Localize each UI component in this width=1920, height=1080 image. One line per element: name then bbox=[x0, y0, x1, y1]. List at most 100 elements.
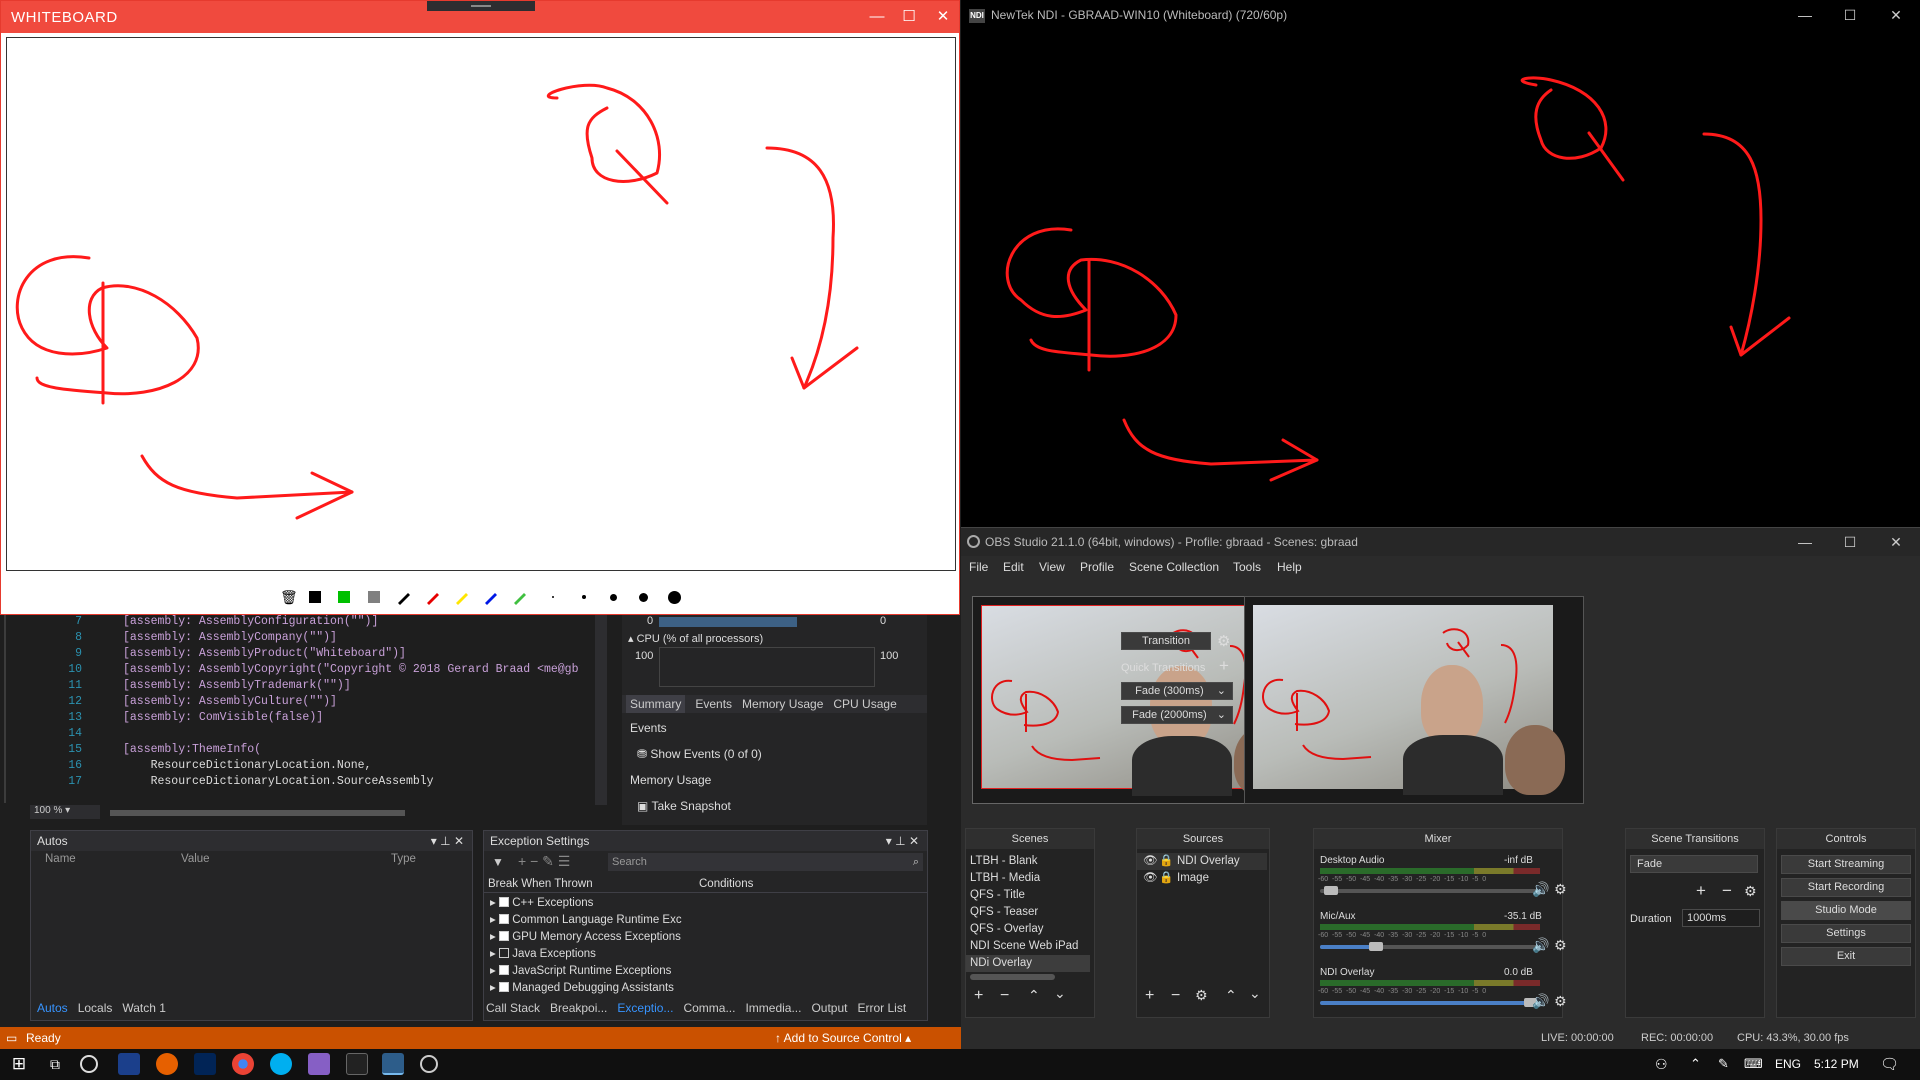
obs-titlebar[interactable]: OBS Studio 21.1.0 (64bit, windows) - Pro… bbox=[961, 528, 1920, 556]
ndi-icon[interactable] bbox=[346, 1053, 368, 1075]
source-item[interactable]: 👁 🔒 NDI Overlay bbox=[1137, 853, 1267, 870]
menu-help[interactable]: Help bbox=[1277, 560, 1302, 574]
tab-breakpoints[interactable]: Breakpoi... bbox=[550, 1001, 607, 1015]
speaker-icon[interactable]: 🔊 bbox=[1532, 881, 1549, 898]
editor-hscrollbar[interactable] bbox=[110, 810, 405, 816]
close-button[interactable]: ✕ bbox=[925, 1, 961, 33]
close-icon[interactable]: ▾ ⊥ ✕ bbox=[431, 831, 464, 851]
menu-tools[interactable]: Tools bbox=[1233, 560, 1261, 574]
menu-scene-collection[interactable]: Scene Collection bbox=[1129, 560, 1219, 574]
zoom-level[interactable]: 100 % ▾ bbox=[30, 805, 100, 819]
exception-item[interactable]: ▸ GPU Memory Access Exceptions bbox=[490, 929, 681, 943]
studio-mode-button[interactable]: Studio Mode bbox=[1781, 901, 1911, 920]
brush-size-1[interactable] bbox=[552, 596, 554, 598]
add-icon[interactable]: + bbox=[1145, 987, 1154, 1005]
add-icon[interactable]: + bbox=[1696, 881, 1706, 901]
brush-size-2[interactable] bbox=[582, 595, 586, 599]
add-icon[interactable]: + − ✎ ☰ bbox=[518, 853, 570, 870]
chevron-up-icon[interactable]: ⌃ bbox=[1028, 987, 1040, 1004]
scenes-scrollbar[interactable] bbox=[970, 974, 1055, 980]
scene-item[interactable]: QFS - Title bbox=[966, 887, 1090, 904]
gray-swatch[interactable] bbox=[368, 591, 380, 603]
chevron-down-icon[interactable]: ⌄ bbox=[1054, 985, 1066, 1002]
green-swatch[interactable] bbox=[338, 591, 350, 603]
slider-knob[interactable] bbox=[1324, 886, 1338, 895]
checkbox[interactable] bbox=[498, 897, 509, 907]
search-input[interactable]: Search ⌕ bbox=[608, 853, 923, 871]
firefox-icon[interactable] bbox=[156, 1053, 178, 1075]
eye-icon[interactable]: 👁 bbox=[1143, 853, 1158, 870]
maximize-button[interactable]: ☐ bbox=[891, 1, 927, 33]
lock-icon[interactable]: 🔒 bbox=[1159, 870, 1173, 887]
slider-knob[interactable] bbox=[1369, 942, 1383, 951]
maximize-button[interactable]: ☐ bbox=[1827, 0, 1873, 30]
brush-size-5[interactable] bbox=[668, 591, 681, 604]
exception-item[interactable]: ▸ Common Language Runtime Exc bbox=[490, 912, 682, 926]
black-pen-icon[interactable] bbox=[396, 589, 412, 605]
tab-exceptions[interactable]: Exceptio... bbox=[617, 1001, 673, 1015]
gear-icon[interactable]: ⚙ bbox=[1554, 881, 1567, 898]
powershell-icon[interactable] bbox=[194, 1053, 216, 1075]
ndi-titlebar[interactable]: NDI NewTek NDI - GBRAAD-WIN10 (Whiteboar… bbox=[961, 0, 1920, 30]
speaker-icon[interactable]: 🔊 bbox=[1532, 993, 1549, 1010]
gear-icon[interactable]: ⚙ bbox=[1744, 883, 1757, 900]
start-streaming-button[interactable]: Start Streaming bbox=[1781, 855, 1911, 874]
minimize-button[interactable]: — bbox=[1782, 528, 1828, 556]
keyboard-icon[interactable]: ⌨ bbox=[1744, 1056, 1763, 1072]
remove-icon[interactable]: − bbox=[1171, 987, 1180, 1005]
chevron-up-icon[interactable]: ⌃ bbox=[1225, 987, 1237, 1004]
tab-summary[interactable]: Summary bbox=[626, 695, 686, 713]
chevron-down-icon[interactable]: ⌄ bbox=[1249, 985, 1261, 1002]
scene-item[interactable]: QFS - Teaser bbox=[966, 904, 1090, 921]
obs-icon[interactable] bbox=[420, 1055, 438, 1073]
gear-icon[interactable]: ⚙ bbox=[1217, 632, 1230, 650]
checkbox[interactable] bbox=[498, 914, 509, 924]
tab-locals[interactable]: Locals bbox=[78, 1001, 113, 1015]
checkbox[interactable] bbox=[498, 948, 509, 958]
volume-slider[interactable] bbox=[1320, 886, 1538, 895]
tab-autos[interactable]: Autos bbox=[37, 1001, 68, 1015]
black-swatch[interactable] bbox=[309, 591, 321, 603]
gear-icon[interactable]: ⚙ bbox=[1195, 987, 1208, 1004]
code-editor[interactable]: 7 [assembly: AssemblyConfiguration("")] 8… bbox=[0, 615, 607, 819]
take-snapshot-button[interactable]: ▣ Take Snapshot bbox=[637, 799, 731, 813]
add-to-source-control[interactable]: ↑ Add to Source Control ▴ bbox=[775, 1031, 911, 1045]
exception-item[interactable]: ▸ C++ Exceptions bbox=[490, 895, 593, 909]
yellow-pen-icon[interactable] bbox=[454, 589, 470, 605]
tab-events[interactable]: Events bbox=[695, 697, 732, 711]
search-icon[interactable]: ⌕ bbox=[913, 853, 919, 871]
gear-icon[interactable]: ⚙ bbox=[1554, 937, 1567, 954]
exception-item[interactable]: ▸ Java Exceptions bbox=[490, 946, 596, 960]
green-pen-icon[interactable] bbox=[512, 589, 528, 605]
red-pen-icon[interactable] bbox=[425, 589, 441, 605]
language-indicator[interactable]: ENG bbox=[1775, 1057, 1801, 1071]
blue-pen-icon[interactable] bbox=[483, 589, 499, 605]
media-player-icon[interactable] bbox=[80, 1055, 98, 1073]
volume-slider[interactable] bbox=[1320, 942, 1538, 951]
brush-size-4[interactable] bbox=[639, 593, 648, 602]
chrome-icon[interactable] bbox=[232, 1053, 254, 1075]
brush-size-3[interactable] bbox=[610, 594, 617, 601]
tab-memory-usage[interactable]: Memory Usage bbox=[742, 697, 823, 711]
remove-icon[interactable]: − bbox=[1722, 881, 1732, 901]
scene-item[interactable]: QFS - Overlay bbox=[966, 921, 1090, 938]
scene-item-selected[interactable]: NDi Overlay bbox=[966, 955, 1090, 972]
skype-icon[interactable] bbox=[270, 1053, 292, 1075]
tab-command[interactable]: Comma... bbox=[683, 1001, 735, 1015]
whiteboard-app-icon[interactable] bbox=[382, 1053, 404, 1075]
menu-view[interactable]: View bbox=[1039, 560, 1065, 574]
gear-icon[interactable]: ⚙ bbox=[1554, 993, 1567, 1010]
tab-output[interactable]: Output bbox=[811, 1001, 847, 1015]
eye-icon[interactable]: 👁 bbox=[1143, 870, 1158, 887]
drawing-canvas[interactable] bbox=[6, 37, 956, 571]
minimize-button[interactable]: — bbox=[859, 1, 895, 33]
close-button[interactable]: ✕ bbox=[1873, 528, 1919, 556]
scene-item[interactable]: LTBH - Media bbox=[966, 870, 1090, 887]
add-icon[interactable]: + bbox=[1219, 656, 1229, 676]
checkbox[interactable] bbox=[498, 965, 509, 975]
close-icon[interactable]: ▾ ⊥ ✕ bbox=[886, 831, 919, 851]
people-icon[interactable]: ⚇ bbox=[1655, 1056, 1668, 1073]
transition-button[interactable]: Transition bbox=[1121, 632, 1211, 650]
lock-icon[interactable]: 🔒 bbox=[1159, 853, 1173, 870]
title-grip[interactable] bbox=[427, 1, 535, 11]
